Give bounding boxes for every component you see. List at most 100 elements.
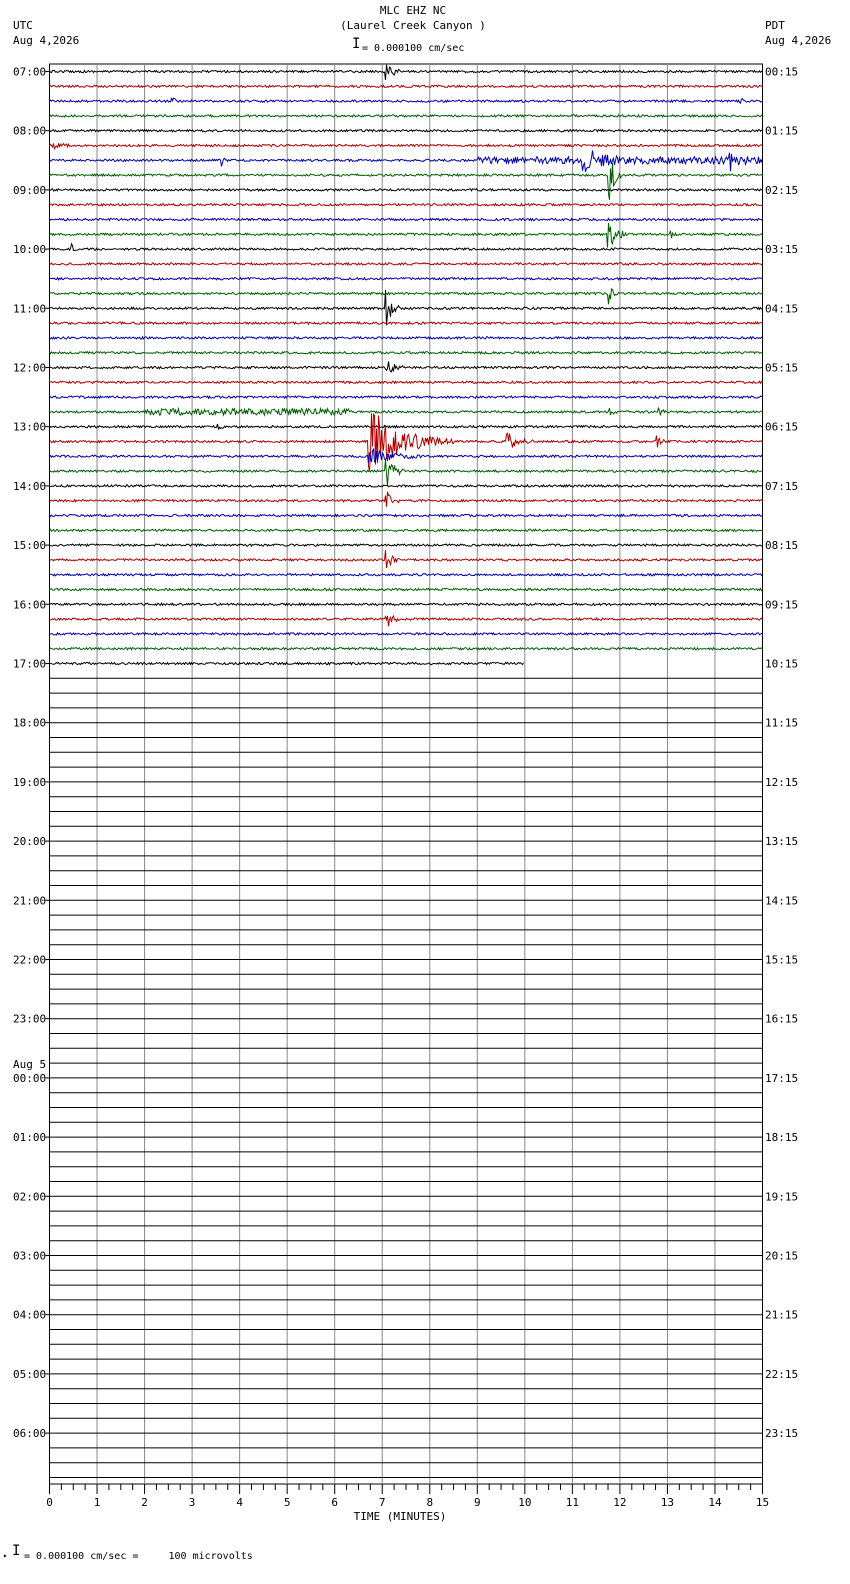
utc-time-label: 19:00 — [13, 776, 46, 789]
pdt-time-label: 22:15 — [765, 1368, 798, 1381]
utc-time-label: 21:00 — [13, 894, 46, 907]
seismic-trace — [49, 64, 763, 81]
seismic-trace — [49, 459, 763, 487]
utc-time-label: 02:00 — [13, 1190, 46, 1203]
seismic-trace — [49, 128, 763, 133]
utc-time-label: 04:00 — [13, 1309, 46, 1322]
seismic-trace — [49, 217, 763, 222]
utc-time-label: 09:00 — [13, 184, 46, 197]
x-tick-label: 13 — [661, 1496, 674, 1509]
seismic-trace — [49, 350, 763, 355]
seismic-trace — [49, 242, 763, 252]
seismic-trace — [49, 661, 524, 666]
seismic-trace — [49, 361, 763, 373]
x-tick-label: 7 — [379, 1496, 386, 1509]
seismic-trace — [49, 602, 763, 607]
seismic-trace — [49, 483, 763, 489]
seismic-trace — [49, 320, 763, 326]
seismic-trace — [49, 84, 763, 89]
seismic-trace — [49, 528, 763, 533]
utc-time-label: 14:00 — [13, 480, 46, 493]
pdt-time-label: 03:15 — [765, 243, 798, 256]
seismic-trace — [49, 290, 763, 326]
seismic-trace — [49, 550, 763, 569]
x-tick-label: 11 — [566, 1496, 579, 1509]
footer-scale-bar-icon: Ι — [12, 1543, 21, 1559]
pdt-time-label: 06:15 — [765, 421, 798, 434]
utc-time-label: 01:00 — [13, 1131, 46, 1144]
x-tick-label: 0 — [46, 1496, 53, 1509]
x-tick-label: 2 — [141, 1496, 148, 1509]
pdt-time-label: 13:15 — [765, 835, 798, 848]
x-tick-label: 10 — [518, 1496, 531, 1509]
pdt-time-label: 12:15 — [765, 776, 798, 789]
x-axis-label: TIME (MINUTES) — [354, 1510, 447, 1523]
seismic-trace — [49, 97, 763, 104]
seismic-trace — [49, 395, 763, 400]
seismic-trace — [49, 572, 763, 577]
seismic-trace — [49, 150, 763, 173]
utc-time-label: 16:00 — [13, 598, 46, 611]
x-tick-label: 1 — [94, 1496, 101, 1509]
pdt-time-label: 18:15 — [765, 1131, 798, 1144]
seismic-trace — [49, 288, 763, 305]
utc-time-label: 22:00 — [13, 954, 46, 967]
pdt-time-label: 14:15 — [765, 894, 798, 907]
pdt-time-label: 16:15 — [765, 1013, 798, 1026]
x-tick-label: 15 — [756, 1496, 769, 1509]
seismic-trace — [49, 631, 763, 637]
utc-time-label: 20:00 — [13, 835, 46, 848]
seismic-trace — [49, 614, 763, 627]
x-tick-label: 4 — [236, 1496, 243, 1509]
utc-time-label: 10:00 — [13, 243, 46, 256]
utc-time-label: 11:00 — [13, 302, 46, 315]
seismic-trace — [49, 222, 763, 248]
x-tick-label: 6 — [331, 1496, 338, 1509]
utc-time-label: 06:00 — [13, 1427, 46, 1440]
pdt-time-label: 01:15 — [765, 125, 798, 138]
utc-time-label: 13:00 — [13, 421, 46, 434]
x-tick-label: 9 — [474, 1496, 481, 1509]
utc-time-label: 07:00 — [13, 66, 46, 79]
x-tick-label: 3 — [189, 1496, 196, 1509]
pdt-time-label: 19:15 — [765, 1190, 798, 1203]
seismic-trace — [49, 187, 763, 193]
pdt-time-label: 09:15 — [765, 598, 798, 611]
seismic-trace — [49, 202, 763, 207]
pdt-time-label: 21:15 — [765, 1309, 798, 1322]
utc-time-label: 03:00 — [13, 1250, 46, 1263]
seismic-trace — [49, 163, 763, 200]
footer-scale-note: = 0.000100 cm/sec = 100 microvolts — [24, 1551, 253, 1562]
seismic-trace — [49, 142, 763, 151]
seismic-trace — [49, 413, 763, 472]
seismic-trace — [49, 276, 763, 281]
pdt-time-label: 15:15 — [765, 954, 798, 967]
pdt-time-label: 23:15 — [765, 1427, 798, 1440]
pdt-time-label: 10:15 — [765, 658, 798, 671]
utc-time-label: 15:00 — [13, 539, 46, 552]
pdt-time-label: 08:15 — [765, 539, 798, 552]
utc-time-label: 18:00 — [13, 717, 46, 730]
seismic-trace — [49, 423, 763, 431]
pdt-time-label: 20:15 — [765, 1250, 798, 1263]
pdt-time-label: 02:15 — [765, 184, 798, 197]
utc-time-label: 05:00 — [13, 1368, 46, 1381]
utc-time-label: 08:00 — [13, 125, 46, 138]
utc-time-label: 17:00 — [13, 658, 46, 671]
date-change-label: Aug 5 — [13, 1058, 46, 1071]
seismic-trace — [49, 261, 763, 267]
seismic-trace — [49, 513, 763, 518]
pdt-time-label: 04:15 — [765, 302, 798, 315]
x-tick-label: 12 — [613, 1496, 626, 1509]
seismic-trace — [49, 406, 763, 417]
x-tick-label: 14 — [708, 1496, 722, 1509]
seismic-trace — [49, 646, 763, 651]
pdt-time-label: 17:15 — [765, 1072, 798, 1085]
pdt-time-label: 11:15 — [765, 717, 798, 730]
footer-marker-icon: ▸ — [3, 1551, 8, 1560]
x-tick-label: 8 — [426, 1496, 433, 1509]
x-tick-label: 5 — [284, 1496, 291, 1509]
seismic-trace — [49, 587, 763, 592]
pdt-time-label: 00:15 — [765, 66, 798, 79]
seismic-trace — [49, 491, 763, 507]
